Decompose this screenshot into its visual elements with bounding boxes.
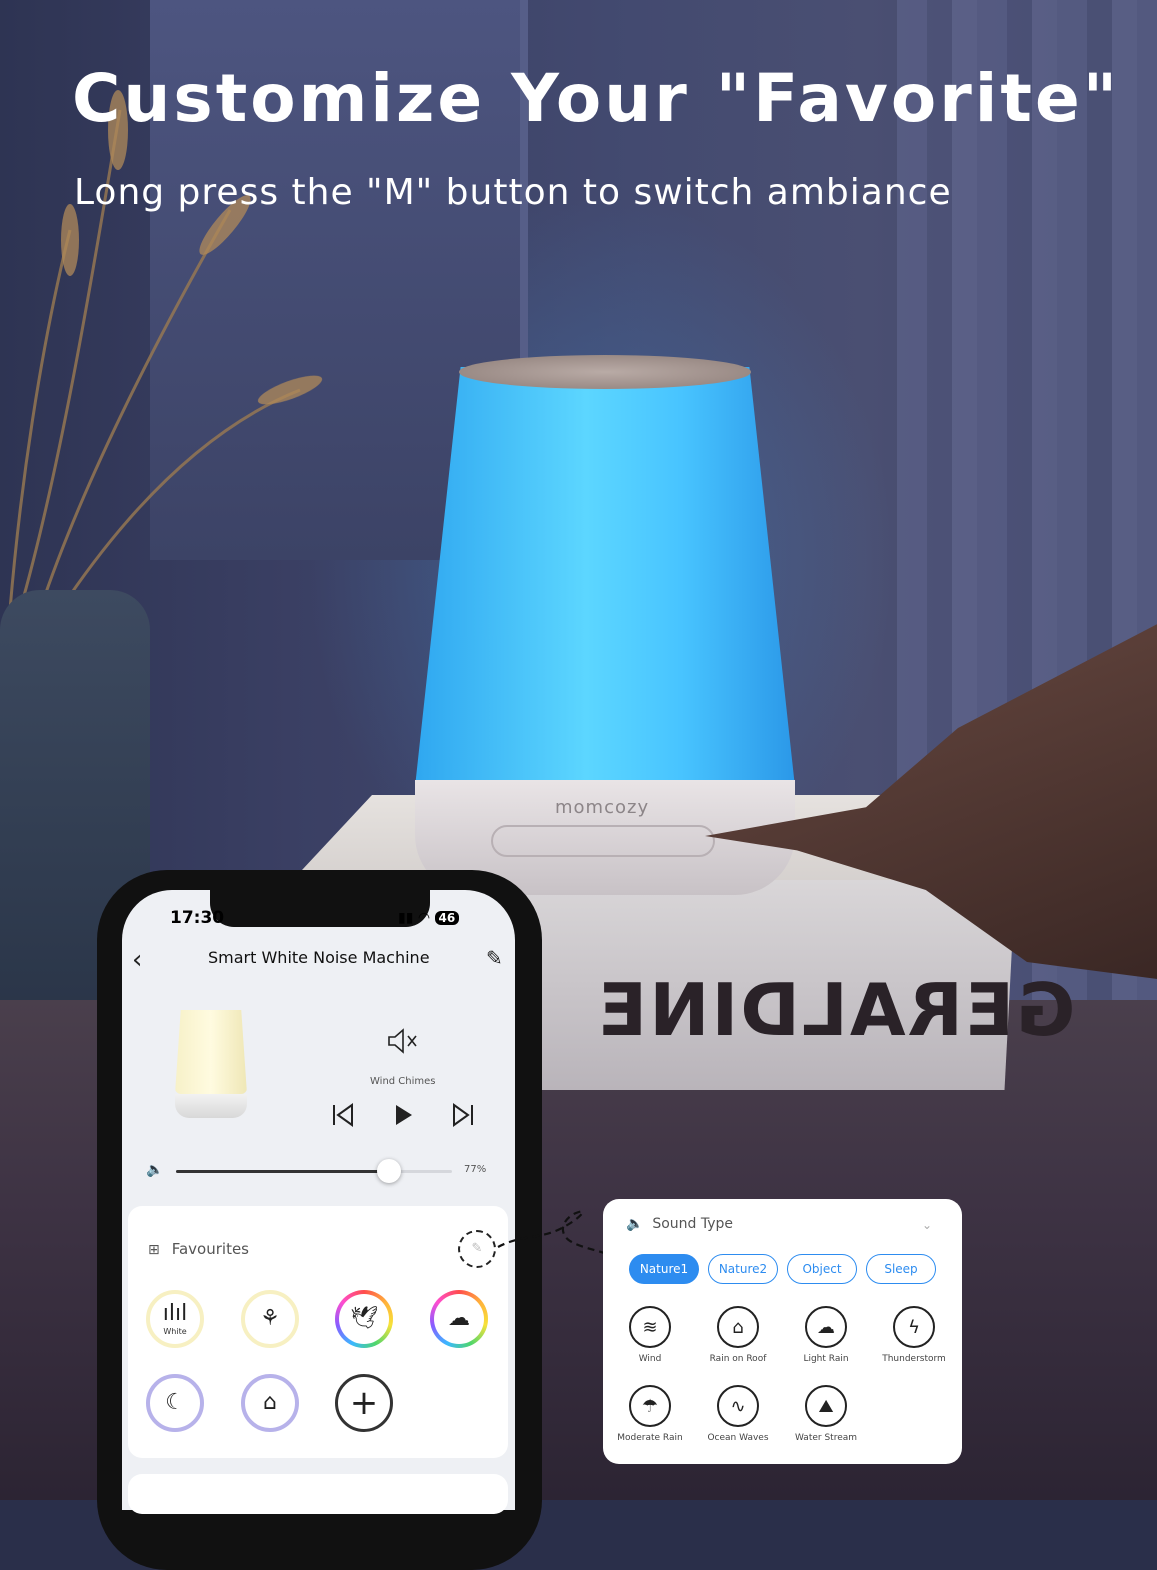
- sound-label: Ocean Waves: [707, 1433, 769, 1443]
- cellular-badge: 46: [434, 911, 460, 925]
- sound-type-header: 🔈 Sound Type: [626, 1216, 733, 1232]
- favourite-rain-cloud[interactable]: ☁: [430, 1290, 488, 1348]
- cricket-icon: ⚘: [260, 1306, 280, 1331]
- device-image: [175, 1010, 247, 1118]
- wifi-icon: ◠: [417, 910, 431, 926]
- lamp-speaker-grill: [459, 355, 751, 389]
- app-title: Smart White Noise Machine: [208, 948, 430, 967]
- favourite-sleep[interactable]: ☾: [146, 1374, 204, 1432]
- next-track-icon[interactable]: [449, 1100, 477, 1130]
- back-icon[interactable]: ‹: [132, 945, 142, 975]
- lamp-shade: [415, 367, 795, 787]
- light-rain-icon: ☁: [805, 1306, 847, 1348]
- volume-knob[interactable]: [376, 1159, 401, 1183]
- previous-track-icon[interactable]: [329, 1100, 357, 1130]
- chevron-down-icon[interactable]: ⌄: [922, 1218, 932, 1232]
- volume-slider[interactable]: [176, 1159, 452, 1183]
- tab-nature2[interactable]: Nature2: [708, 1254, 778, 1284]
- phone-notch: [210, 885, 430, 927]
- lamp-button-strip: [491, 825, 715, 857]
- rain-on-roof-icon: ⌂: [263, 1390, 277, 1415]
- tab-nature1[interactable]: Nature1: [629, 1254, 699, 1284]
- water-stream-icon: ⛰: [805, 1385, 847, 1427]
- thunderstorm-icon: ϟ: [893, 1306, 935, 1348]
- subheadline: Long press the "M" button to switch ambi…: [74, 172, 952, 213]
- volume-fill: [176, 1170, 389, 1173]
- favourite-rain-on-roof[interactable]: ⌂: [241, 1374, 299, 1432]
- favourite-label: White: [163, 1326, 187, 1336]
- book-title: GERALDINE: [596, 968, 1076, 1052]
- grid-icon: ⊞: [148, 1242, 160, 1258]
- sound-label: Rain on Roof: [709, 1354, 767, 1364]
- rain-cloud-icon: ☁: [448, 1306, 470, 1331]
- status-icons: ▮▮ ◠ 46: [398, 910, 460, 926]
- play-icon[interactable]: [389, 1100, 417, 1130]
- sound-rain-on-roof[interactable]: ⌂ Rain on Roof: [694, 1306, 782, 1364]
- device-base: [175, 1094, 247, 1118]
- headline: Customize Your "Favorite": [72, 60, 1121, 137]
- sound-label: Moderate Rain: [617, 1433, 683, 1443]
- callout-connector: [497, 1210, 605, 1255]
- tab-sleep[interactable]: Sleep: [866, 1254, 936, 1284]
- favourites-header: ⊞ Favourites: [148, 1240, 249, 1258]
- device-shade: [175, 1010, 247, 1094]
- speaker-icon: 🔈: [626, 1216, 644, 1232]
- white-noise-lamp: momcozy: [415, 355, 795, 895]
- now-playing-label: Wind Chimes: [370, 1076, 436, 1087]
- favourite-white-noise[interactable]: ılıl White: [146, 1290, 204, 1348]
- sound-ocean-waves[interactable]: ∿ Ocean Waves: [694, 1385, 782, 1443]
- signal-icon: ▮▮: [398, 910, 414, 926]
- sound-moderate-rain[interactable]: ☂ Moderate Rain: [606, 1385, 694, 1443]
- sound-label: Light Rain: [803, 1354, 849, 1364]
- favourites-title: Favourites: [171, 1240, 249, 1258]
- sound-wind[interactable]: ≋ Wind: [606, 1306, 694, 1364]
- white-noise-icon: ılıl: [162, 1300, 188, 1326]
- volume-icon: 🔈: [146, 1162, 164, 1178]
- volume-control: 🔈 77%: [146, 1159, 496, 1184]
- next-card: [128, 1474, 508, 1514]
- rain-on-roof-icon: ⌂: [717, 1306, 759, 1348]
- add-icon: +: [349, 1383, 379, 1423]
- lamp-brand: momcozy: [555, 797, 650, 818]
- sound-thunderstorm[interactable]: ϟ Thunderstorm: [870, 1306, 958, 1364]
- sound-label: Thunderstorm: [882, 1354, 946, 1364]
- favourite-bird[interactable]: 🕊: [335, 1290, 393, 1348]
- bird-icon: 🕊: [350, 1306, 378, 1331]
- edit-icon[interactable]: ✎: [486, 946, 503, 970]
- sound-water-stream[interactable]: ⛰ Water Stream: [782, 1385, 870, 1443]
- sound-light-rain[interactable]: ☁ Light Rain: [782, 1306, 870, 1364]
- wind-icon: ≋: [629, 1306, 671, 1348]
- ocean-waves-icon: ∿: [717, 1385, 759, 1427]
- moon-sleep-icon: ☾: [165, 1390, 185, 1415]
- moderate-rain-icon: ☂: [629, 1385, 671, 1427]
- sound-label: Water Stream: [794, 1433, 858, 1443]
- sound-type-title: Sound Type: [652, 1216, 734, 1232]
- favourite-cricket[interactable]: ⚘: [241, 1290, 299, 1348]
- add-favourite-button[interactable]: +: [335, 1374, 393, 1432]
- dried-reeds: [8, 90, 323, 610]
- mute-icon[interactable]: [385, 1026, 419, 1056]
- status-time: 17:30: [170, 908, 225, 928]
- volume-value: 77%: [464, 1164, 487, 1175]
- tab-object[interactable]: Object: [787, 1254, 857, 1284]
- sound-label: Wind: [638, 1354, 662, 1364]
